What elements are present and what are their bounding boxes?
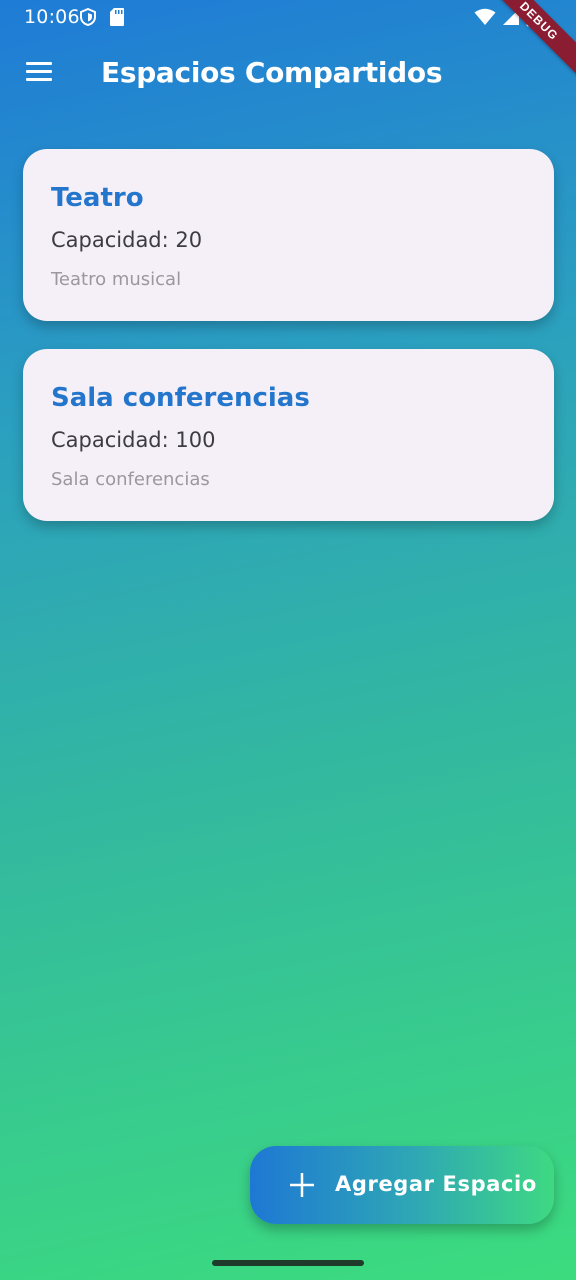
sd-card-icon bbox=[110, 8, 124, 26]
add-space-button[interactable]: Agregar Espacio bbox=[250, 1146, 554, 1224]
wifi-icon bbox=[474, 8, 496, 25]
page-title: Espacios Compartidos bbox=[101, 56, 443, 89]
space-capacity: Capacidad: 100 bbox=[51, 428, 216, 452]
space-capacity: Capacidad: 20 bbox=[51, 228, 203, 252]
add-space-label: Agregar Espacio bbox=[335, 1172, 537, 1196]
space-name: Teatro bbox=[51, 183, 144, 213]
status-bar: 10:06 DEBUG bbox=[0, 0, 576, 82]
shield-icon bbox=[80, 8, 96, 26]
app-bar: Espacios Compartidos bbox=[0, 34, 576, 112]
space-description: Teatro musical bbox=[51, 269, 182, 290]
status-time: 10:06 bbox=[24, 6, 80, 28]
menu-icon[interactable] bbox=[26, 62, 52, 82]
space-name: Sala conferencias bbox=[51, 383, 310, 413]
gesture-handle[interactable] bbox=[212, 1260, 364, 1266]
plus-icon bbox=[290, 1173, 314, 1197]
status-left-icons bbox=[80, 8, 124, 26]
space-card[interactable]: Teatro Capacidad: 20 Teatro musical bbox=[23, 149, 554, 321]
space-description: Sala conferencias bbox=[51, 469, 210, 490]
space-card[interactable]: Sala conferencias Capacidad: 100 Sala co… bbox=[23, 349, 554, 521]
